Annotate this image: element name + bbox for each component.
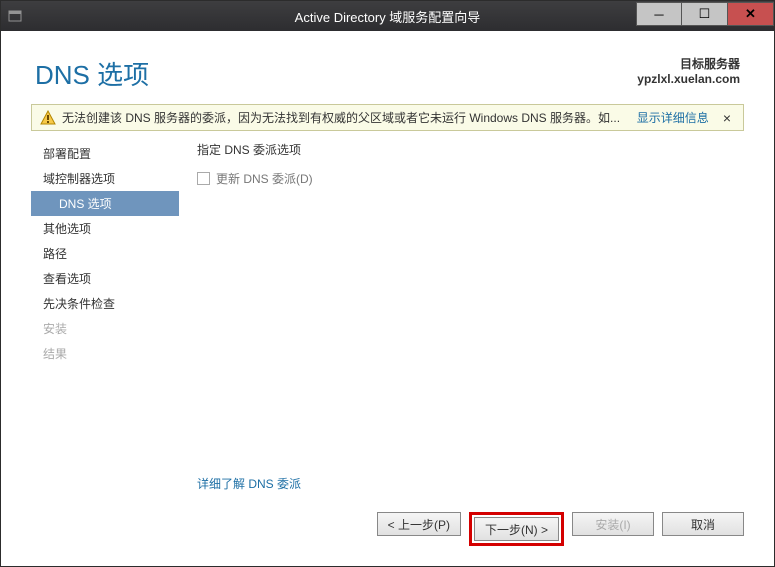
warning-icon xyxy=(40,110,56,126)
window-title: Active Directory 域服务配置向导 xyxy=(295,7,481,26)
cancel-button[interactable]: 取消 xyxy=(662,512,744,536)
footer: < 上一步(P) 下一步(N) > 安装(I) 取消 xyxy=(3,500,772,564)
spacer xyxy=(197,187,744,475)
next-button[interactable]: 下一步(N) > xyxy=(474,517,559,541)
close-button[interactable]: ✕ xyxy=(728,2,774,26)
header: DNS 选项 目标服务器 ypzlxl.xuelan.com xyxy=(3,33,772,104)
update-dns-delegation-checkbox[interactable] xyxy=(197,172,210,185)
install-button: 安装(I) xyxy=(572,512,654,536)
sidebar: 部署配置 域控制器选项 DNS 选项 其他选项 路径 查看选项 先决条件检查 安… xyxy=(31,139,179,500)
window-controls: ─ ☐ ✕ xyxy=(636,6,774,26)
target-server-label: 目标服务器 xyxy=(637,55,740,72)
minimize-button[interactable]: ─ xyxy=(636,2,682,26)
main-panel: 指定 DNS 委派选项 更新 DNS 委派(D) 详细了解 DNS 委派 xyxy=(179,139,744,500)
maximize-button[interactable]: ☐ xyxy=(682,2,728,26)
next-button-highlight: 下一步(N) > xyxy=(469,512,564,546)
warning-details-link[interactable]: 显示详细信息 xyxy=(637,109,709,126)
warning-bar: 无法创建该 DNS 服务器的委派，因为无法找到有权威的父区域或者它未运行 Win… xyxy=(31,104,744,131)
learn-more-link[interactable]: 详细了解 DNS 委派 xyxy=(197,475,744,492)
body: 部署配置 域控制器选项 DNS 选项 其他选项 路径 查看选项 先决条件检查 安… xyxy=(3,139,772,500)
target-server-name: ypzlxl.xuelan.com xyxy=(637,72,740,86)
wizard-window: Active Directory 域服务配置向导 ─ ☐ ✕ DNS 选项 目标… xyxy=(0,0,775,567)
app-icon xyxy=(1,1,29,31)
client-area: DNS 选项 目标服务器 ypzlxl.xuelan.com 无法创建该 DNS… xyxy=(1,31,774,566)
update-dns-delegation-label: 更新 DNS 委派(D) xyxy=(216,170,313,187)
sidebar-item-paths[interactable]: 路径 xyxy=(31,241,179,266)
sidebar-item-results: 结果 xyxy=(31,341,179,366)
warning-close-button[interactable]: × xyxy=(719,110,735,126)
sidebar-item-review[interactable]: 查看选项 xyxy=(31,266,179,291)
update-dns-delegation-row: 更新 DNS 委派(D) xyxy=(197,170,744,187)
sidebar-item-install: 安装 xyxy=(31,316,179,341)
previous-button[interactable]: < 上一步(P) xyxy=(377,512,461,536)
sidebar-item-dc-options[interactable]: 域控制器选项 xyxy=(31,166,179,191)
target-server-block: 目标服务器 ypzlxl.xuelan.com xyxy=(637,55,740,86)
section-label: 指定 DNS 委派选项 xyxy=(197,141,744,158)
sidebar-item-deployment-config[interactable]: 部署配置 xyxy=(31,141,179,166)
warning-text: 无法创建该 DNS 服务器的委派，因为无法找到有权威的父区域或者它未运行 Win… xyxy=(62,109,627,126)
sidebar-item-other-options[interactable]: 其他选项 xyxy=(31,216,179,241)
sidebar-item-prereq-check[interactable]: 先决条件检查 xyxy=(31,291,179,316)
sidebar-item-dns-options[interactable]: DNS 选项 xyxy=(31,191,179,216)
page-title: DNS 选项 xyxy=(35,55,149,92)
titlebar: Active Directory 域服务配置向导 ─ ☐ ✕ xyxy=(1,1,774,31)
